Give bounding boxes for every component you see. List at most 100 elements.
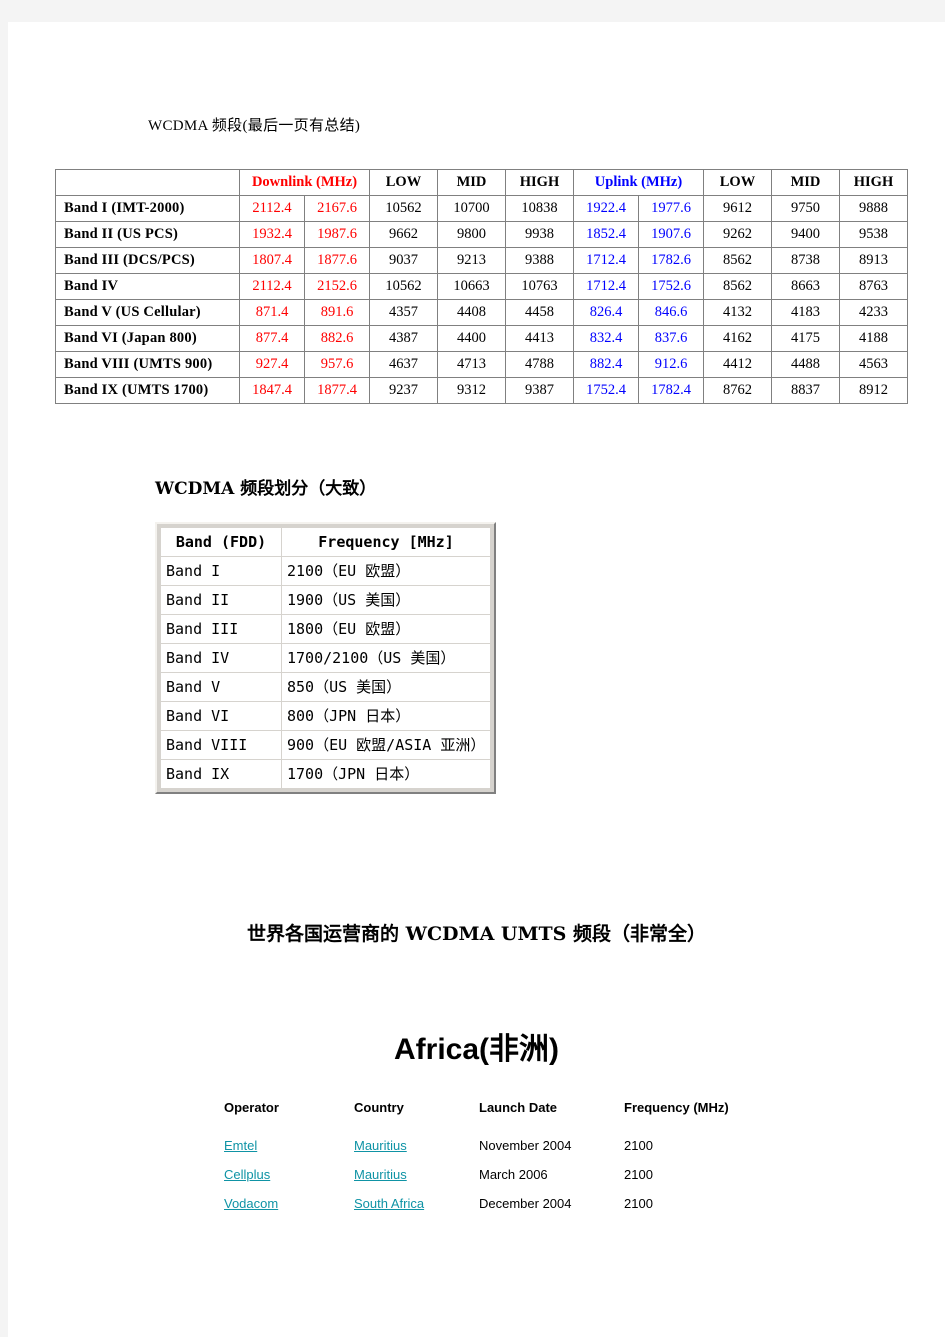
band-cell-ul-low: 832.4 (573, 325, 639, 352)
band-cell-dl-ch-high: 9387 (505, 377, 574, 404)
column-header-country: Country (354, 1100, 404, 1115)
band-cell-dl-ch-low: 9662 (369, 221, 438, 248)
band-cell-ul-ch-mid: 9750 (771, 195, 840, 222)
country-cell: Mauritius (354, 1131, 479, 1160)
operator-link[interactable]: Cellplus (224, 1167, 270, 1182)
column-header-ul-high: HIGH (839, 169, 908, 196)
band-cell-ul-ch-low: 9612 (703, 195, 772, 222)
band-cell-name: Band IX (UMTS 1700) (55, 377, 240, 404)
frequency-cell: 2100 (624, 1167, 653, 1182)
table-header-row: Operator Country Launch Date Frequency (… (224, 1100, 744, 1131)
band-cell-dl-ch-high: 10763 (505, 273, 574, 300)
operator-cell: Vodacom (224, 1189, 354, 1218)
band-cell-ul-ch-high: 4563 (839, 351, 908, 378)
country-cell: South Africa (354, 1189, 479, 1218)
band-cell-ul-high: 1977.6 (638, 195, 704, 222)
band-cell-dl-low: 927.4 (239, 351, 305, 378)
band-cell-name: Band V (US Cellular) (55, 299, 240, 326)
band-cell-dl-low: 877.4 (239, 325, 305, 352)
band-cell-dl-ch-low: 9037 (369, 247, 438, 274)
band-cell-dl-ch-mid: 4408 (437, 299, 506, 326)
band-cell-ul-ch-high: 4233 (839, 299, 908, 326)
section-title-band-division: WCDMA 频段划分（大致） (155, 479, 377, 499)
band-cell-ul-high: 912.6 (638, 351, 704, 378)
band-cell-ul-low: 1852.4 (573, 221, 639, 248)
band-cell-dl-ch-mid: 9213 (437, 247, 506, 274)
column-header-operator: Operator (224, 1100, 279, 1115)
fdd-cell-frequency: 850（US 美国） (282, 673, 490, 701)
band-cell-ul-high: 846.6 (638, 299, 704, 326)
band-cell-ul-low: 1752.4 (573, 377, 639, 404)
band-cell-ul-ch-high: 9538 (839, 221, 908, 248)
fdd-cell-band: Band VIII (161, 731, 281, 759)
frequency-cell: 2100 (624, 1196, 653, 1211)
band-cell-name: Band II (US PCS) (55, 221, 240, 248)
band-cell-ul-ch-mid: 8837 (771, 377, 840, 404)
band-cell-name: Band I (IMT-2000) (55, 195, 240, 222)
band-cell-dl-low: 2112.4 (239, 273, 305, 300)
table-row: Emtel Mauritius November 2004 2100 (224, 1131, 744, 1160)
operator-cell: Emtel (224, 1131, 354, 1160)
band-cell-name: Band VIII (UMTS 900) (55, 351, 240, 378)
country-link[interactable]: South Africa (354, 1196, 424, 1211)
band-cell-ul-ch-mid: 4175 (771, 325, 840, 352)
launch-date-cell: November 2004 (479, 1138, 572, 1153)
band-cell-ul-ch-low: 9262 (703, 221, 772, 248)
fdd-cell-frequency: 900（EU 欧盟/ASIA 亚洲） (282, 731, 490, 759)
band-cell-ul-ch-mid: 8738 (771, 247, 840, 274)
fdd-cell-frequency: 800（JPN 日本） (282, 702, 490, 730)
table-row: Band II 1900（US 美国） (161, 586, 490, 614)
band-cell-dl-ch-mid: 4400 (437, 325, 506, 352)
band-cell-ul-ch-low: 4412 (703, 351, 772, 378)
fdd-cell-band: Band III (161, 615, 281, 643)
table-row: Band IV 1700/2100（US 美国） (161, 644, 490, 672)
table-row: Band VI (Japan 800) 877.4 882.6 4387 4400 441… (55, 325, 908, 352)
band-cell-dl-ch-low: 4357 (369, 299, 438, 326)
country-link[interactable]: Mauritius (354, 1167, 407, 1182)
band-frequency-table-container: Downlink (MHz) LOW MID HIGH Uplink (MHz)… (55, 169, 908, 404)
band-cell-dl-ch-low: 9237 (369, 377, 438, 404)
band-cell-dl-high: 2167.6 (304, 195, 370, 222)
country-cell: Mauritius (354, 1160, 479, 1189)
band-cell-dl-low: 1847.4 (239, 377, 305, 404)
fdd-cell-frequency: 1700/2100（US 美国） (282, 644, 490, 672)
column-header-band-fdd: Band (FDD) (161, 528, 281, 556)
band-cell-ul-low: 1922.4 (573, 195, 639, 222)
table-row: Band III 1800（EU 欧盟） (161, 615, 490, 643)
fdd-band-table-container: Band (FDD) Frequency [MHz] Band I 2100（EU… (155, 522, 496, 794)
fdd-cell-band: Band V (161, 673, 281, 701)
column-header-dl-mid: MID (437, 169, 506, 196)
fdd-band-table: Band (FDD) Frequency [MHz] Band I 2100（EU… (160, 527, 491, 789)
band-cell-ul-high: 837.6 (638, 325, 704, 352)
band-cell-dl-ch-high: 10838 (505, 195, 574, 222)
table-header-row: Band (FDD) Frequency [MHz] (161, 528, 490, 556)
band-cell-dl-ch-low: 4387 (369, 325, 438, 352)
table-row: Band VIII (UMTS 900) 927.4 957.6 4637 4713 47… (55, 351, 908, 378)
band-cell-ul-ch-high: 8912 (839, 377, 908, 404)
band-cell-dl-high: 882.6 (304, 325, 370, 352)
band-cell-ul-high: 1782.4 (638, 377, 704, 404)
table-row: Band VIII 900（EU 欧盟/ASIA 亚洲） (161, 731, 490, 759)
operator-link[interactable]: Vodacom (224, 1196, 278, 1211)
band-cell-ul-ch-high: 8913 (839, 247, 908, 274)
band-cell-ul-ch-mid: 9400 (771, 221, 840, 248)
fdd-cell-band: Band II (161, 586, 281, 614)
band-cell-dl-high: 1877.6 (304, 247, 370, 274)
column-header-dl-low: LOW (369, 169, 438, 196)
band-cell-ul-high: 1907.6 (638, 221, 704, 248)
table-row: Band II (US PCS) 1932.4 1987.6 9662 9800 9938… (55, 221, 908, 248)
fdd-cell-band: Band IX (161, 760, 281, 788)
fdd-cell-band: Band VI (161, 702, 281, 730)
table-row: Band I 2100（EU 欧盟） (161, 557, 490, 585)
table-row: Cellplus Mauritius March 2006 2100 (224, 1160, 744, 1189)
table-row: Band III (DCS/PCS) 1807.4 1877.6 9037 9213 93… (55, 247, 908, 274)
country-link[interactable]: Mauritius (354, 1138, 407, 1153)
fdd-cell-frequency: 1700（JPN 日本） (282, 760, 490, 788)
band-cell-ul-ch-mid: 4488 (771, 351, 840, 378)
table-row: Band IV 2112.4 2152.6 10562 10663 10763 1712.4… (55, 273, 908, 300)
table-row: Vodacom South Africa December 2004 2100 (224, 1189, 744, 1218)
operator-link[interactable]: Emtel (224, 1138, 257, 1153)
band-cell-dl-ch-low: 10562 (369, 195, 438, 222)
band-cell-dl-ch-mid: 10663 (437, 273, 506, 300)
fdd-cell-frequency: 1800（EU 欧盟） (282, 615, 490, 643)
